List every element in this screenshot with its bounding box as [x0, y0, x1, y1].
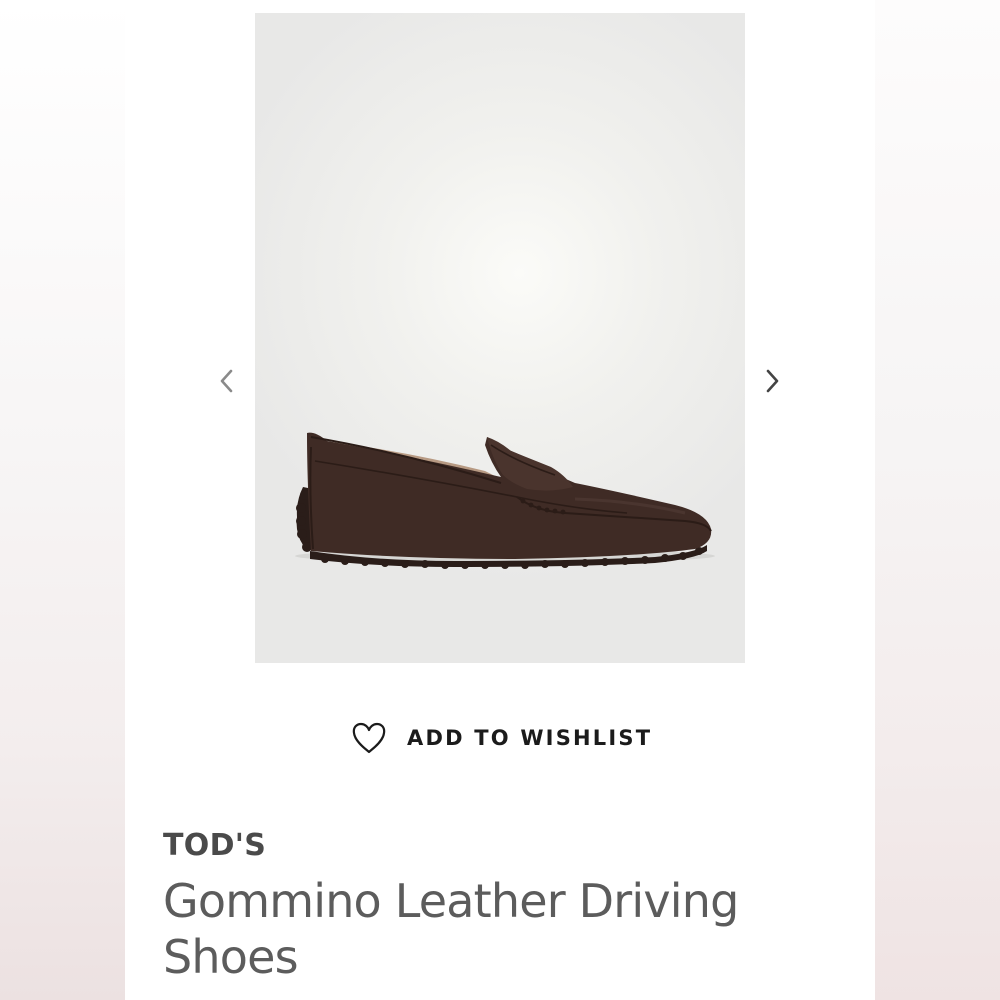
product-image[interactable] [255, 13, 745, 663]
background-blur-right [875, 0, 1000, 1000]
brown-leather-loafer-image [295, 432, 715, 569]
heart-icon [351, 720, 387, 756]
chevron-right-icon [766, 369, 779, 393]
background-blur-left [0, 0, 125, 1000]
chevron-left-icon [220, 369, 233, 393]
gallery-next-button[interactable] [758, 365, 786, 397]
wishlist-label: ADD TO WISHLIST [407, 726, 653, 750]
add-to-wishlist-button[interactable]: ADD TO WISHLIST [351, 718, 652, 758]
product-title: Gommino Leather Driving Shoes [163, 874, 739, 984]
product-card: ADD TO WISHLIST TOD'S Gommino Leather Dr… [125, 0, 875, 1000]
gallery-prev-button[interactable] [213, 365, 241, 397]
product-brand: TOD'S [163, 828, 267, 863]
